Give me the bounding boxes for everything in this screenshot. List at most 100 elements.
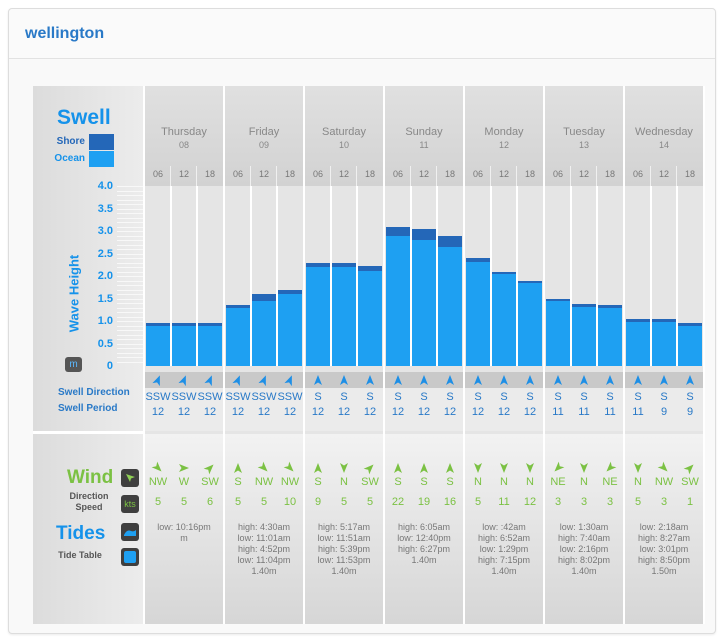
ocean-swell-bar[interactable] [146,326,170,366]
hour-label: 18 [204,169,215,179]
ocean-swell-bar[interactable] [678,325,702,366]
swell-period-value: 12 [417,406,431,418]
ocean-swell-bar[interactable] [198,326,222,366]
swell-direction-arrow [357,372,383,388]
wind-arrow-icon [257,461,268,472]
wind-speed-value: 10 [283,496,297,508]
swell-period-value: 12 [283,406,297,418]
ocean-swell-bar[interactable] [332,267,356,366]
tide-wave-icon[interactable] [121,523,139,541]
y-grid-tick [117,213,143,214]
meters-unit-icon[interactable]: m [65,357,82,372]
swell-arrow-icon [660,375,668,385]
y-grid-tick [117,298,143,300]
ocean-swell-bar[interactable] [386,236,410,366]
y-grid-tick [117,303,143,304]
wind-tides-legend-panel: Wind Direction Speed kts Tides Tide Tabl… [33,434,143,624]
wind-direction-value: N [526,476,534,488]
wind-speed-value: 5 [634,496,642,508]
ocean-swell-bar[interactable] [358,270,382,366]
y-grid-tick [117,352,143,354]
swell-arrow-icon [526,375,534,385]
ocean-swell-bar[interactable] [252,300,276,366]
y-grid-tick [117,280,143,282]
ocean-swell-bar[interactable] [572,306,596,366]
swell-direction-value: SSW [197,391,223,403]
swell-direction-arrow [251,372,277,388]
day-date: 11 [419,140,429,150]
wind-direction-icon[interactable] [121,469,139,487]
swell-direction-value: S [686,391,694,403]
swell-arrow-icon [634,375,642,385]
hour-label: 06 [152,169,163,179]
y-tick-label: 3.5 [97,202,113,215]
ocean-swell-bar[interactable] [492,273,516,366]
ocean-swell-bar[interactable] [518,283,542,366]
swell-direction-value: S [314,391,322,403]
y-grid-tick [117,267,143,268]
wind-arrow-icon [363,464,374,475]
swell-title: Swell [57,106,111,129]
y-grid-tick [117,262,143,264]
ocean-swell-bar[interactable] [438,246,462,366]
swell-direction-value: S [474,391,482,403]
hour-divider [410,166,411,186]
day-date: 12 [498,140,509,150]
ocean-swell-bar[interactable] [652,321,676,366]
wind-arrow-icon [446,463,454,473]
ocean-swell-bar[interactable] [598,308,622,366]
swell-arrow-icon [686,375,694,385]
tide-table-icon[interactable] [121,548,139,566]
ocean-swell-bar[interactable] [546,301,570,366]
ocean-swell-bar[interactable] [172,326,196,366]
wind-direction-value: NW [280,476,300,488]
hour-divider [276,166,277,186]
swell-period-value: 12 [471,406,485,418]
swell-arrow-icon [366,375,374,385]
ocean-swell-bar[interactable] [412,240,436,366]
ocean-swell-bar[interactable] [306,267,330,366]
y-grid-tick [117,325,143,327]
swell-arrow-icon [152,375,160,387]
ocean-swell-bar[interactable] [466,261,490,366]
swell-period-value: 12 [363,406,377,418]
hour-label: 06 [392,169,403,179]
y-grid-tick [117,235,143,237]
swell-period-value: 12 [497,406,511,418]
wind-speed-value: 16 [443,496,457,508]
forecast-day: Tuesday 13 06 S 11 NE 3 12 S 11 N 3 18 S 11 NE 3 low: 1:3… [545,86,623,624]
hour-label: 18 [524,169,535,179]
wind-arrow-icon [526,463,534,473]
day-date: 13 [578,140,589,150]
swell-direction-value: SSW [277,391,303,403]
wind-speed-value: 5 [366,496,374,508]
ocean-swell-bar[interactable] [626,321,650,366]
swell-period-value: 9 [660,406,668,418]
y-grid-tick [117,285,143,286]
forecast-day: Saturday 10 06 S 12 S 9 12 S 12 N 5 18 S 12 SW 5 high: 5:… [305,86,383,624]
wind-speed-kts-icon[interactable]: kts [121,495,139,513]
y-grid-tick [117,186,143,187]
swell-arrow-icon [232,375,240,387]
hour-label: 06 [552,169,563,179]
hour-label: 12 [578,169,589,179]
swell-direction-arrow [465,372,491,388]
swell-arrow-icon [580,375,588,385]
wind-direction-label: Direction [69,491,109,501]
swell-direction-arrow [651,372,677,388]
location-title[interactable]: wellington [25,25,104,43]
ocean-swell-bar[interactable] [226,308,250,366]
swell-period-value: 12 [203,406,217,418]
day-date: 08 [178,140,189,150]
wind-arrow-icon [283,461,294,472]
y-tick-label: 3.0 [97,225,113,237]
hour-divider [356,166,357,186]
wind-speed-value: 5 [474,496,482,508]
swell-period-value: 12 [311,406,325,418]
hour-label: 12 [338,169,349,179]
forecast-day: Sunday 11 06 S 12 S 22 12 S 12 S 19 18 S 12 S 16 high: 6:… [385,86,463,624]
swell-direction-arrow [677,372,703,388]
ocean-swell-bar[interactable] [278,294,302,366]
tide-times: low: 2:18am high: 8:27am low: 3:01pm hig… [637,522,691,576]
swell-arrow-icon [258,375,266,387]
